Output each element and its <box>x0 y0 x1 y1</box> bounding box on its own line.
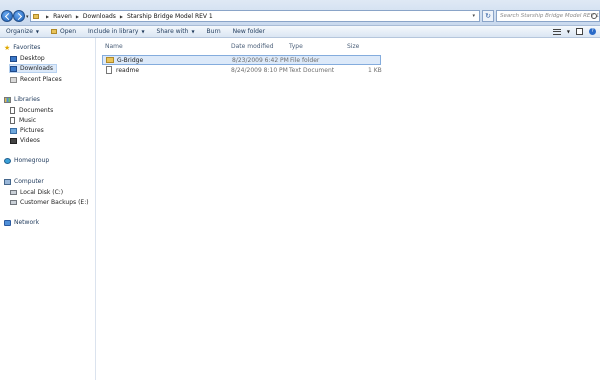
documents-icon <box>10 107 15 114</box>
file-row-g-bridge[interactable]: G-Bridge 8/23/2009 6:42 PM File folder <box>102 55 381 65</box>
nav-item-label: Videos <box>20 137 40 144</box>
nav-item-desktop[interactable]: Desktop <box>10 54 48 63</box>
desktop-icon <box>10 55 17 62</box>
file-list: Name Date modified Type Size G-Bridge 8/… <box>97 38 600 380</box>
file-row-readme[interactable]: readme 8/24/2009 8:10 PM Text Document 1… <box>102 66 382 76</box>
file-date: 8/24/2009 8:10 PM <box>231 67 288 74</box>
breadcrumb-current-folder[interactable]: Starship Bridge Model REV 1 <box>127 13 213 20</box>
nav-item-label: Local Disk (C:) <box>20 189 64 196</box>
change-view-icon[interactable] <box>552 28 561 35</box>
file-date: 8/23/2009 6:42 PM <box>232 57 289 64</box>
file-name: readme <box>116 67 140 74</box>
file-type: File folder <box>290 57 320 64</box>
document-icon <box>106 66 112 74</box>
nav-libraries[interactable]: Libraries <box>4 96 40 103</box>
computer-icon <box>4 178 11 185</box>
nav-item-downloads[interactable]: Downloads <box>9 64 57 73</box>
organize-button[interactable]: Organize ▼ <box>0 28 45 35</box>
nav-item-label: Music <box>19 117 37 124</box>
file-size: 1 KB <box>368 67 382 74</box>
breadcrumb-downloads[interactable]: Downloads <box>83 13 116 20</box>
nav-item-label: Recent Places <box>20 76 62 83</box>
nav-item-music[interactable]: Music <box>10 116 39 125</box>
nav-favorites-label: Favorites <box>13 44 41 51</box>
preview-pane-icon[interactable] <box>576 28 583 35</box>
new-folder-label: New folder <box>232 28 266 35</box>
folder-icon <box>33 13 39 19</box>
network-icon <box>4 219 11 226</box>
refresh-button[interactable]: ↻ <box>482 10 494 22</box>
hard-drive-icon <box>10 200 17 205</box>
column-header-date-modified[interactable]: Date modified <box>231 43 274 50</box>
homegroup-icon <box>4 157 11 164</box>
libraries-icon <box>4 96 11 103</box>
back-button[interactable] <box>1 10 13 22</box>
file-type: Text Document <box>289 67 335 74</box>
recent-places-icon <box>10 76 17 83</box>
view-options-dropdown-icon[interactable]: ▼ <box>567 29 570 34</box>
chevron-right-icon[interactable]: ▶ <box>120 14 123 19</box>
column-header-name[interactable]: Name <box>105 43 123 50</box>
nav-item-label: Desktop <box>20 55 45 62</box>
recent-pages-dropdown-icon[interactable]: ▾ <box>26 14 29 20</box>
nav-computer[interactable]: Computer <box>4 178 44 185</box>
nav-item-label: Downloads <box>20 65 53 72</box>
share-with-label: Share with <box>156 28 189 35</box>
navigation-pane: ★ Favorites Desktop Downloads Recent Plac… <box>0 38 96 380</box>
nav-item-label: Documents <box>19 107 54 114</box>
address-bar-row: ▾ ▶ Raven ▶ Downloads ▶ Starship Bridge … <box>0 0 600 26</box>
nav-item-recent-places[interactable]: Recent Places <box>10 75 65 84</box>
command-bar: Organize ▼ Open Include in library ▼ Share… <box>0 26 600 38</box>
nav-favorites[interactable]: ★ Favorites <box>4 44 40 51</box>
nav-item-customer-backups[interactable]: Customer Backups (E:) <box>10 198 92 207</box>
breadcrumb-raven[interactable]: Raven <box>53 13 72 20</box>
videos-icon <box>10 137 17 144</box>
file-name: G-Bridge <box>117 57 144 64</box>
forward-button[interactable] <box>13 10 25 22</box>
address-bar[interactable]: ▶ Raven ▶ Downloads ▶ Starship Bridge Mo… <box>30 10 480 22</box>
chevron-down-icon: ▼ <box>191 29 195 34</box>
nav-item-documents[interactable]: Documents <box>10 106 56 115</box>
chevron-right-icon[interactable]: ▶ <box>46 14 49 19</box>
star-icon: ★ <box>4 43 11 52</box>
nav-computer-label: Computer <box>14 178 44 185</box>
share-with-button[interactable]: Share with ▼ <box>151 28 201 35</box>
nav-homegroup-label: Homegroup <box>14 157 50 164</box>
chevron-down-icon: ▼ <box>141 29 145 34</box>
music-icon <box>10 117 15 124</box>
nav-network[interactable]: Network <box>4 219 39 226</box>
help-icon[interactable]: ? <box>589 28 596 35</box>
nav-item-local-disk[interactable]: Local Disk (C:) <box>10 188 66 197</box>
nav-item-pictures[interactable]: Pictures <box>10 126 47 135</box>
search-input[interactable]: Search Starship Bridge Model REV 1 <box>496 10 600 22</box>
search-placeholder: Search Starship Bridge Model REV 1 <box>500 13 600 19</box>
organize-label: Organize <box>6 28 33 35</box>
nav-network-label: Network <box>14 219 40 226</box>
include-in-library-label: Include in library <box>88 28 139 35</box>
burn-button[interactable]: Burn <box>201 28 227 35</box>
folder-open-icon <box>50 29 57 34</box>
nav-item-videos[interactable]: Videos <box>10 136 43 145</box>
nav-item-label: Pictures <box>20 127 44 134</box>
chevron-down-icon: ▼ <box>35 29 39 34</box>
chevron-right-icon[interactable]: ▶ <box>76 14 79 19</box>
pictures-icon <box>10 127 17 134</box>
column-header-type[interactable]: Type <box>289 43 303 50</box>
new-folder-button[interactable]: New folder <box>227 28 271 35</box>
nav-libraries-label: Libraries <box>14 96 40 103</box>
open-label: Open <box>59 28 76 35</box>
nav-homegroup[interactable]: Homegroup <box>4 157 49 164</box>
folder-icon <box>106 57 114 63</box>
burn-label: Burn <box>206 28 221 35</box>
open-button[interactable]: Open <box>45 28 82 35</box>
include-in-library-button[interactable]: Include in library ▼ <box>82 28 151 35</box>
search-icon[interactable] <box>591 13 597 19</box>
column-header-size[interactable]: Size <box>347 43 359 50</box>
downloads-icon <box>10 65 17 72</box>
nav-item-label: Customer Backups (E:) <box>20 199 89 206</box>
hard-drive-icon <box>10 190 17 195</box>
address-dropdown-icon[interactable]: ▾ <box>472 13 475 19</box>
